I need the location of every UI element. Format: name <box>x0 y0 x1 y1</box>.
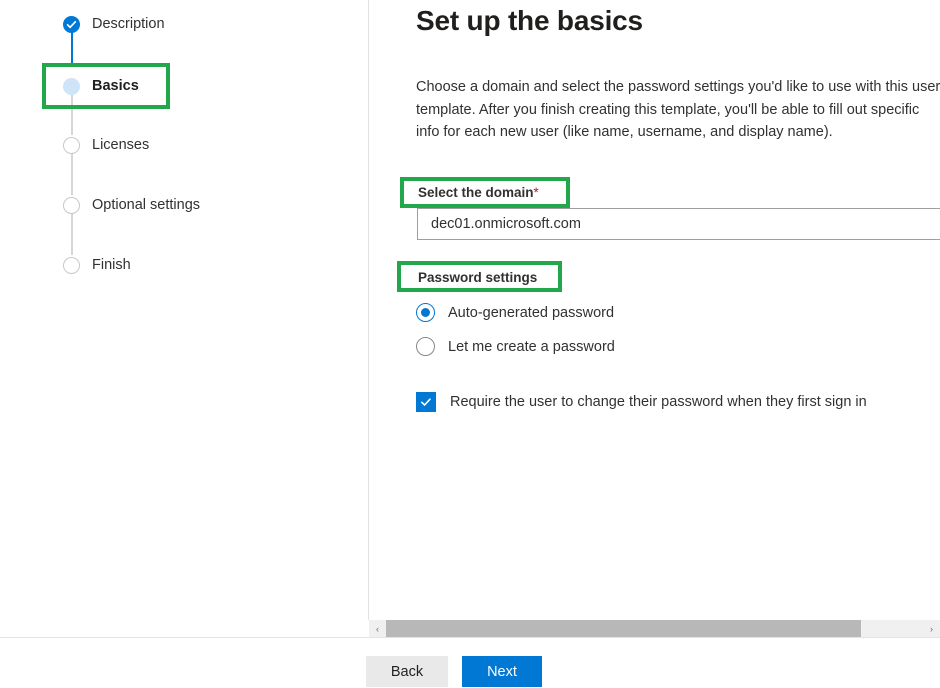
check-circle-icon <box>63 15 80 33</box>
scroll-left-arrow-icon[interactable]: ‹ <box>369 620 386 637</box>
sidebar-item-licenses[interactable]: Licenses <box>0 131 368 159</box>
empty-circle-icon <box>63 196 80 214</box>
intro-paragraph: Choose a domain and select the password … <box>416 79 940 140</box>
highlight-box-password-settings <box>397 261 562 292</box>
highlight-box-basics-step <box>42 63 170 109</box>
sidebar-item-label: Optional settings <box>92 196 201 213</box>
page-title: Set up the basics <box>416 5 643 36</box>
sidebar-item-description[interactable]: Description <box>0 10 368 38</box>
checkmark-icon <box>416 392 436 412</box>
checkbox-label: Require the user to change their passwor… <box>450 394 867 410</box>
checkbox-require-password-change[interactable]: Require the user to change their passwor… <box>416 392 867 412</box>
radio-unselected-icon <box>416 337 435 356</box>
empty-circle-icon <box>63 136 80 154</box>
sidebar-item-label: Licenses <box>92 136 150 153</box>
highlight-box-select-the-domain <box>400 177 570 208</box>
sidebar-item-optional-settings[interactable]: Optional settings <box>0 191 368 219</box>
radio-auto-generated-password[interactable]: Auto-generated password <box>416 303 614 322</box>
radio-label: Auto-generated password <box>448 304 615 321</box>
radio-label: Let me create a password <box>448 338 615 355</box>
sidebar-item-label: Description <box>92 15 165 32</box>
sidebar-item-finish[interactable]: Finish <box>0 251 368 279</box>
scroll-right-arrow-icon[interactable]: › <box>923 620 940 637</box>
empty-circle-icon <box>63 256 80 274</box>
back-button[interactable]: Back <box>366 656 448 687</box>
next-button[interactable]: Next <box>462 656 542 687</box>
radio-let-me-create-a-password[interactable]: Let me create a password <box>416 337 615 356</box>
domain-input[interactable] <box>417 208 940 240</box>
scrollbar-track[interactable] <box>386 620 923 637</box>
wizard-page: Description Basics Licenses Optional set… <box>0 0 940 688</box>
horizontal-scrollbar[interactable]: ‹ › <box>369 620 940 637</box>
scrollbar-thumb[interactable] <box>386 620 862 637</box>
wizard-step-sidebar: Description Basics Licenses Optional set… <box>0 0 368 620</box>
radio-selected-icon <box>416 303 435 322</box>
sidebar-item-label: Finish <box>92 256 131 273</box>
footer-actions: Back Next <box>0 638 940 688</box>
main-content-pane: Set up the basics Choose a domain and se… <box>369 0 940 620</box>
